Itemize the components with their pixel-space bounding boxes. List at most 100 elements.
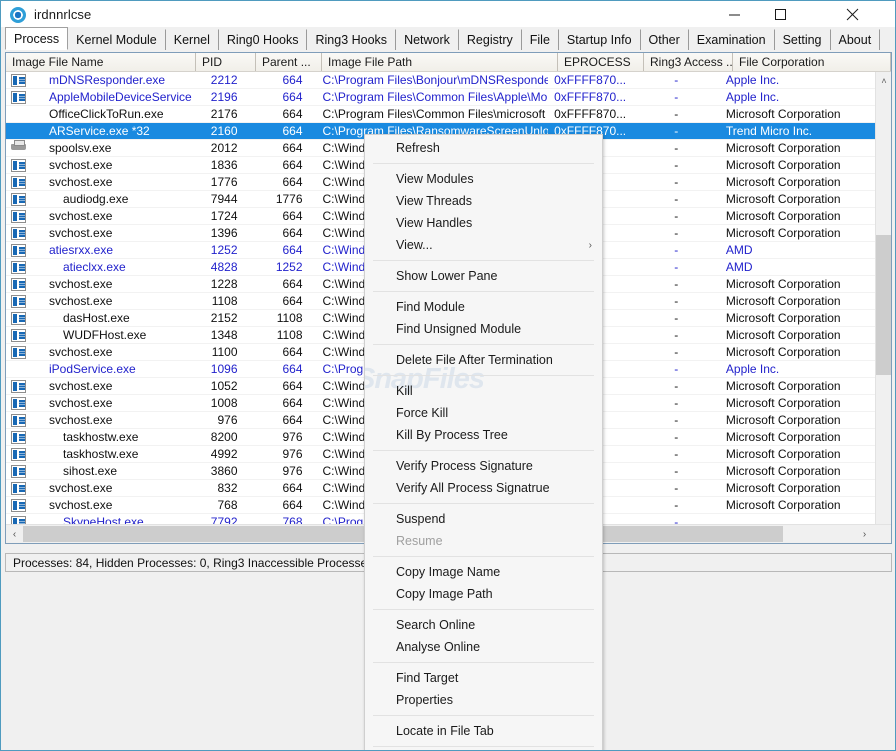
menu-item-label: View... <box>396 238 433 252</box>
tab-other[interactable]: Other <box>639 29 689 50</box>
menu-separator <box>373 291 594 292</box>
column-header-eprocess[interactable]: EPROCESS <box>558 53 644 71</box>
cell-pid: 976 <box>217 413 238 427</box>
cell-ring3-access: - <box>674 243 679 257</box>
menu-item-show-lower-pane[interactable]: Show Lower Pane <box>365 265 602 287</box>
cell-file-corporation: Microsoft Corporation <box>725 294 841 308</box>
tab-kernel-module[interactable]: Kernel Module <box>67 29 166 50</box>
tab-process[interactable]: Process <box>5 27 69 50</box>
cell-parent-pid: 664 <box>282 175 303 189</box>
process-name: atiesrxx.exe <box>49 243 114 257</box>
cell-pid: 1724 <box>210 209 238 223</box>
window-app-icon <box>11 327 27 343</box>
column-header-label: Parent ... <box>262 55 311 69</box>
window-app-icon <box>11 463 27 479</box>
tab-label: File <box>529 33 550 47</box>
cell-image-file-name: svchost.exe <box>6 480 192 497</box>
column-header-pid[interactable]: PID <box>196 53 256 71</box>
menu-item-copy-image-name[interactable]: Copy Image Name <box>365 561 602 583</box>
menu-item-verify-process-signature[interactable]: Verify Process Signature <box>365 455 602 477</box>
menu-item-delete-file-after-termination[interactable]: Delete File After Termination <box>365 349 602 371</box>
menu-separator <box>373 163 594 164</box>
cell-ring3-access: - <box>674 311 679 325</box>
table-row[interactable]: AppleMobileDeviceService.... 2196 664 C:\Pr… <box>6 89 875 106</box>
tab-network[interactable]: Network <box>395 29 459 50</box>
menu-item-view-modules[interactable]: View Modules <box>365 168 602 190</box>
scroll-left-icon[interactable]: ‹ <box>6 525 23 543</box>
menu-item-view-handles[interactable]: View Handles <box>365 212 602 234</box>
tab-startup-info[interactable]: Startup Info <box>557 29 641 50</box>
vertical-scrollbar[interactable]: ˄ ˅ <box>875 72 891 543</box>
table-row[interactable]: mDNSResponder.exe 2212 664 C:\Program Files… <box>6 72 875 89</box>
cell-parent-pid: 976 <box>282 464 303 478</box>
tab-setting[interactable]: Setting <box>773 29 831 50</box>
column-header-image-file-name[interactable]: Image File Name <box>6 53 196 71</box>
menu-item-kill-by-process-tree[interactable]: Kill By Process Tree <box>365 424 602 446</box>
cell-pid: 1252 <box>210 243 238 257</box>
menu-item-locate-in-file-tab[interactable]: Locate in File Tab <box>365 720 602 742</box>
menu-item-force-kill[interactable]: Force Kill <box>365 402 602 424</box>
cell-image-file-name: WUDFHost.exe <box>6 327 192 344</box>
office-icon <box>11 106 27 122</box>
scroll-right-icon[interactable]: › <box>856 525 873 543</box>
maximize-button[interactable] <box>757 1 803 28</box>
column-header-image-file-path[interactable]: Image File Path <box>322 53 558 71</box>
cell-parent-pid: 664 <box>282 243 303 257</box>
menu-item-properties[interactable]: Properties <box>365 689 602 711</box>
tab-registry[interactable]: Registry <box>457 29 522 50</box>
tab-about[interactable]: About <box>829 29 881 50</box>
close-button[interactable] <box>829 1 875 28</box>
tab-kernel[interactable]: Kernel <box>164 29 219 50</box>
menu-item-copy-image-path[interactable]: Copy Image Path <box>365 583 602 605</box>
minimize-button[interactable] <box>711 1 757 28</box>
tab-ring0-hooks[interactable]: Ring0 Hooks <box>217 29 308 50</box>
process-name: WUDFHost.exe <box>63 328 147 342</box>
vertical-scroll-thumb[interactable] <box>876 235 891 375</box>
scroll-up-icon[interactable]: ˄ <box>876 72 891 89</box>
menu-item-verify-all-process-signatrue[interactable]: Verify All Process Signatrue <box>365 477 602 499</box>
status-text: Processes: 84, Hidden Processes: 0, Ring… <box>13 555 394 570</box>
app-logo-icon <box>10 6 26 23</box>
tab-ring3-hooks[interactable]: Ring3 Hooks <box>306 29 397 50</box>
menu-item-find-target[interactable]: Find Target <box>365 667 602 689</box>
menu-item-find-unsigned-module[interactable]: Find Unsigned Module <box>365 318 602 340</box>
cell-image-file-name: atiesrxx.exe <box>6 242 192 259</box>
cell-eprocess: 0xFFFF870... <box>554 90 627 104</box>
menu-separator <box>373 450 594 451</box>
cell-pid: 8200 <box>210 430 238 444</box>
cell-ring3-access: - <box>674 90 679 104</box>
menu-item-view-threads[interactable]: View Threads <box>365 190 602 212</box>
table-row[interactable]: OfficeClickToRun.exe 2176 664 C:\Program Fi… <box>6 106 875 123</box>
menu-item-label: Force Kill <box>396 406 449 420</box>
chevron-right-icon: › <box>588 239 592 251</box>
column-header-file-corporation[interactable]: File Corporation <box>733 53 891 71</box>
menu-item-suspend[interactable]: Suspend <box>365 508 602 530</box>
column-header-ring3-access-[interactable]: Ring3 Access ... <box>644 53 733 71</box>
menu-separator <box>373 715 594 716</box>
itunes-icon <box>11 361 27 377</box>
menu-item-analyse-online[interactable]: Analyse Online <box>365 636 602 658</box>
tab-examination[interactable]: Examination <box>687 29 775 50</box>
context-menu[interactable]: SnapFiles Refresh View Modules View Thread… <box>364 134 603 750</box>
menu-item-search-online[interactable]: Search Online <box>365 614 602 636</box>
column-header-parent-[interactable]: Parent ... <box>256 53 322 71</box>
cell-file-corporation: Microsoft Corporation <box>725 430 841 444</box>
process-name: svchost.exe <box>49 158 113 172</box>
checker-icon <box>11 123 27 139</box>
menu-item-kill[interactable]: Kill <box>365 380 602 402</box>
tab-label: Setting <box>782 33 822 47</box>
menu-item-label: Kill By Process Tree <box>396 428 508 442</box>
menu-item-refresh[interactable]: Refresh <box>365 137 602 159</box>
menu-item-find-module[interactable]: Find Module <box>365 296 602 318</box>
menu-item-view[interactable]: View... › <box>365 234 602 256</box>
cell-parent-pid: 664 <box>282 141 303 155</box>
process-name: spoolsv.exe <box>49 141 112 155</box>
cell-parent-pid: 1776 <box>275 192 303 206</box>
tab-file[interactable]: File <box>520 29 559 50</box>
cell-ring3-access: - <box>674 362 679 376</box>
tab-label: About <box>838 33 872 47</box>
column-header-label: Ring3 Access ... <box>650 55 733 69</box>
cell-pid: 832 <box>217 481 238 495</box>
cell-parent-pid: 664 <box>282 413 303 427</box>
window-app-icon <box>11 293 27 309</box>
